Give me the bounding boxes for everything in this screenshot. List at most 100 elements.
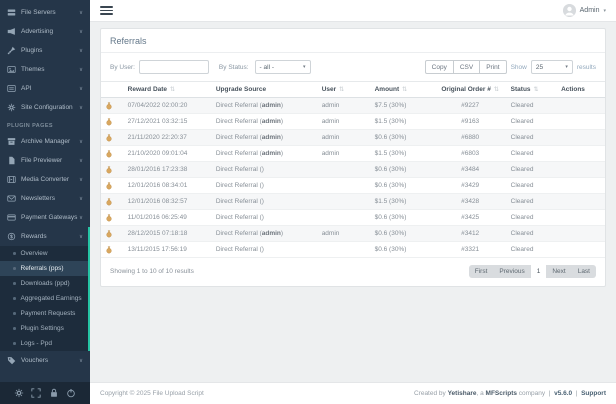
sidebar-subitem-overview[interactable]: Overview [0, 246, 90, 261]
bullet-icon [13, 267, 16, 270]
cell-original-order: #3425 [434, 210, 507, 226]
money-bag-icon [105, 102, 113, 110]
avatar[interactable] [563, 4, 576, 17]
by-user-input[interactable] [139, 60, 209, 74]
sort-icon: ⇅ [494, 87, 499, 93]
megaphone-icon [7, 27, 16, 36]
cell-original-order: #6880 [434, 130, 507, 146]
sidebar-item-api[interactable]: API ∨ [0, 79, 90, 98]
chevron-down-icon: ∨ [79, 234, 83, 240]
show-label: Show [511, 64, 527, 71]
hamburger-menu-icon[interactable] [100, 4, 113, 17]
sidebar-item-media-converter[interactable]: Media Converter ∨ [0, 170, 90, 189]
cell-upgrade-source: Direct Referral () [212, 194, 318, 210]
sidebar-item-site-configuration[interactable]: Site Configuration ∨ [0, 98, 90, 117]
caret-down-icon: ▾ [603, 8, 606, 14]
cell-reward-date: 11/01/2016 06:25:49 [124, 210, 212, 226]
cell-original-order: #6803 [434, 146, 507, 162]
money-bag-icon [105, 118, 113, 126]
page-size-select[interactable]: 25 ▾ [531, 60, 573, 74]
table-row[interactable]: 27/12/2021 03:32:15 Direct Referral (adm… [101, 114, 605, 130]
bullet-icon [13, 342, 16, 345]
column-original-order[interactable]: Original Order #⇅ [434, 82, 507, 98]
pagination-next[interactable]: Next [546, 265, 571, 278]
main-area: Admin ▾ Referrals By User: By Status: - … [90, 0, 616, 404]
table-row[interactable]: 07/04/2022 02:00:20 Direct Referral (adm… [101, 98, 605, 114]
cell-status: Cleared [507, 242, 557, 258]
chevron-down-icon: ∨ [79, 215, 83, 221]
sidebar-item-archive-manager[interactable]: Archive Manager ∨ [0, 132, 90, 151]
cell-status: Cleared [507, 194, 557, 210]
cell-user [318, 162, 371, 178]
column-status[interactable]: Status⇅ [507, 82, 557, 98]
sidebar-item-plugins[interactable]: Plugins ∨ [0, 41, 90, 60]
settings-gear-icon[interactable] [14, 388, 24, 398]
copy-button[interactable]: Copy [425, 60, 454, 74]
mfscripts-link[interactable]: MFScripts [486, 390, 517, 397]
lock-icon[interactable] [49, 388, 59, 398]
table-row[interactable]: 28/12/2015 07:18:18 Direct Referral (adm… [101, 226, 605, 242]
cell-original-order: #3484 [434, 162, 507, 178]
money-bag-icon [105, 182, 113, 190]
column-reward-date[interactable]: Reward Date⇅ [124, 82, 212, 98]
caret-down-icon: ▾ [559, 64, 568, 70]
cell-upgrade-source: Direct Referral (admin) [212, 130, 318, 146]
cell-status: Cleared [507, 226, 557, 242]
film-icon [7, 175, 16, 184]
sidebar-subitem-downloads-ppd[interactable]: Downloads (ppd) [0, 276, 90, 291]
money-bag-icon [105, 198, 113, 206]
page-footer: Copyright © 2025 File Upload Script Crea… [90, 382, 616, 404]
sidebar-section-header: PLUGIN PAGES [0, 117, 90, 132]
table-row[interactable]: 28/01/2016 17:23:38 Direct Referral () $… [101, 162, 605, 178]
chevron-down-icon: ∨ [79, 358, 83, 364]
yetishare-link[interactable]: Yetishare [448, 390, 477, 397]
pagination-page-1[interactable]: 1 [531, 265, 547, 278]
table-row[interactable]: 21/11/2020 22:20:37 Direct Referral (adm… [101, 130, 605, 146]
status-select-value: - all - [260, 64, 274, 71]
support-link[interactable]: Support [581, 390, 606, 397]
cell-reward-date: 07/04/2022 02:00:20 [124, 98, 212, 114]
cell-actions [557, 194, 605, 210]
sidebar-item-rewards[interactable]: Rewards ∨ [0, 227, 90, 246]
print-button[interactable]: Print [480, 60, 506, 74]
sidebar-item-vouchers[interactable]: Vouchers ∨ [0, 351, 90, 370]
table-row[interactable]: 12/01/2016 08:32:57 Direct Referral () $… [101, 194, 605, 210]
sidebar-subitem-logs-ppd[interactable]: Logs - Ppd [0, 336, 90, 351]
brush-icon [7, 46, 16, 55]
sidebar-subitem-plugin-settings[interactable]: Plugin Settings [0, 321, 90, 336]
column-amount[interactable]: Amount⇅ [371, 82, 434, 98]
sidebar-subitem-referrals-pps[interactable]: Referrals (pps) [0, 261, 90, 276]
cell-upgrade-source: Direct Referral () [212, 178, 318, 194]
column-upgrade-source[interactable]: Upgrade Source [212, 82, 318, 98]
copyright-text: Copyright © 2025 File Upload Script [100, 390, 204, 397]
cell-actions [557, 210, 605, 226]
pagination-previous[interactable]: Previous [493, 265, 530, 278]
sidebar-item-file-previewer[interactable]: File Previewer ∨ [0, 151, 90, 170]
status-select[interactable]: - all - ▾ [255, 60, 311, 74]
csv-button[interactable]: CSV [454, 60, 480, 74]
sidebar-item-advertising[interactable]: Advertising ∨ [0, 22, 90, 41]
sidebar-subitem-aggregated-earnings[interactable]: Aggregated Earnings [0, 291, 90, 306]
table-row[interactable]: 21/10/2020 09:01:04 Direct Referral (adm… [101, 146, 605, 162]
cell-amount: $0.6 (30%) [371, 242, 434, 258]
table-row[interactable]: 13/11/2015 17:56:19 Direct Referral () $… [101, 242, 605, 258]
sidebar-item-file-servers[interactable]: File Servers ∨ [0, 3, 90, 22]
table-row[interactable]: 12/01/2016 08:34:01 Direct Referral () $… [101, 178, 605, 194]
cell-reward-date: 13/11/2015 17:56:19 [124, 242, 212, 258]
sidebar-item-newsletters[interactable]: Newsletters ∨ [0, 189, 90, 208]
cell-amount: $0.6 (30%) [371, 130, 434, 146]
user-menu[interactable]: Admin [580, 7, 600, 14]
fullscreen-icon[interactable] [31, 388, 41, 398]
pagination-first[interactable]: First [469, 265, 494, 278]
sort-icon: ⇅ [402, 87, 407, 93]
sidebar-item-label: Rewards [21, 233, 79, 240]
cell-status: Cleared [507, 98, 557, 114]
sidebar-item-payment-gateways[interactable]: Payment Gateways ∨ [0, 208, 90, 227]
sidebar-item-themes[interactable]: Themes ∨ [0, 60, 90, 79]
sidebar-subitem-payment-requests[interactable]: Payment Requests [0, 306, 90, 321]
pagination-last[interactable]: Last [572, 265, 596, 278]
table-row[interactable]: 11/01/2016 06:25:49 Direct Referral () $… [101, 210, 605, 226]
cell-original-order: #3429 [434, 178, 507, 194]
power-icon[interactable] [66, 388, 76, 398]
column-user[interactable]: User⇅ [318, 82, 371, 98]
